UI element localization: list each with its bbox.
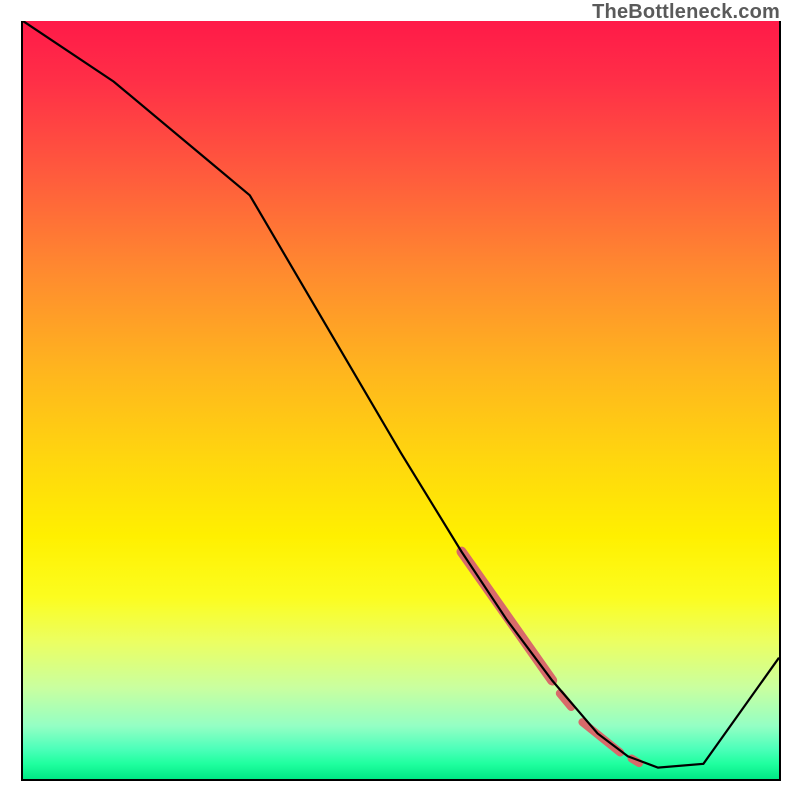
bottleneck-curve [23, 21, 779, 768]
plot-area [21, 21, 781, 781]
highlight-group [462, 552, 640, 764]
plot-svg [23, 21, 779, 779]
chart-container: TheBottleneck.com [0, 0, 800, 800]
